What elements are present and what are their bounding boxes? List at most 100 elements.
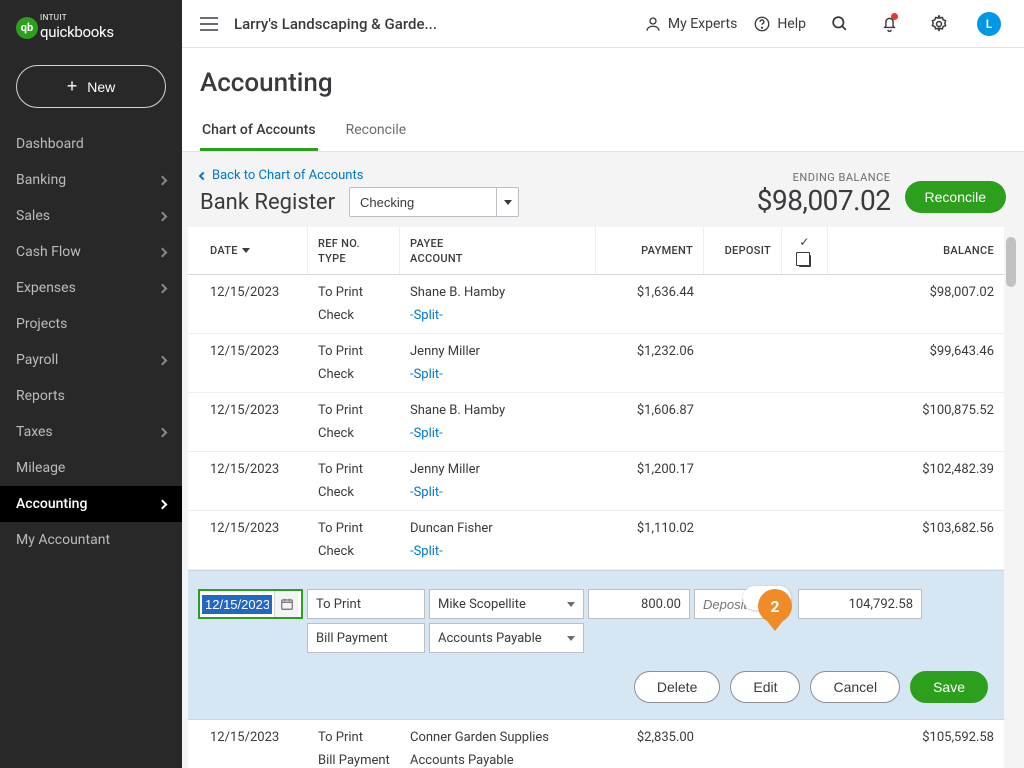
new-button[interactable]: + New	[16, 65, 166, 108]
scrollbar[interactable]	[1004, 227, 1018, 768]
cell-payee: Shane B. Hamby	[400, 399, 596, 422]
sidebar-item-label: Dashboard	[16, 136, 84, 152]
help-link[interactable]: Help	[753, 15, 806, 33]
sidebar-item-expenses[interactable]: Expenses	[0, 270, 182, 306]
cell-status	[782, 399, 828, 422]
cell-status	[782, 340, 828, 363]
sidebar-item-reports[interactable]: Reports	[0, 378, 182, 414]
cell-account[interactable]: -Split-	[400, 540, 596, 563]
cell-payee: Shane B. Hamby	[400, 281, 596, 304]
account-select[interactable]	[349, 187, 519, 217]
back-link[interactable]: Back to Chart of Accounts	[200, 168, 519, 183]
chevron-right-icon	[158, 283, 168, 293]
company-name[interactable]: Larry's Landscaping & Garde...	[234, 15, 437, 33]
search-icon	[830, 14, 849, 33]
date-input-field[interactable]	[202, 595, 272, 614]
sidebar: qb INTUIT quickbooks + New DashboardBank…	[0, 0, 182, 768]
cell-date: 12/15/2023	[188, 726, 308, 749]
plus-icon: +	[67, 76, 78, 97]
col-balance: BALANCE	[828, 227, 1004, 274]
search-button[interactable]	[822, 7, 856, 41]
settings-button[interactable]	[922, 7, 956, 41]
table-row[interactable]: 12/15/2023 To Print Shane B. Hamby $1,60…	[188, 393, 1004, 452]
cell-date: 12/15/2023	[188, 517, 308, 540]
cell-status	[782, 517, 828, 540]
col-date[interactable]: DATE	[188, 227, 308, 274]
cell-account[interactable]: -Split-	[400, 422, 596, 445]
type-input[interactable]: Bill Payment	[307, 623, 425, 653]
sidebar-item-label: Mileage	[16, 460, 65, 476]
sidebar-item-cash-flow[interactable]: Cash Flow	[0, 234, 182, 270]
account-input[interactable]: Accounts Payable	[429, 623, 584, 653]
cell-deposit	[704, 726, 782, 749]
col-status: ✓	[782, 227, 828, 274]
sidebar-item-accounting[interactable]: Accounting	[0, 486, 182, 522]
sidebar-item-dashboard[interactable]: Dashboard	[0, 126, 182, 162]
sidebar-item-label: Banking	[16, 172, 66, 188]
ref-input[interactable]: To Print	[307, 589, 425, 619]
payment-input[interactable]: 800.00	[588, 589, 690, 619]
my-experts-link[interactable]: My Experts	[644, 15, 737, 33]
table-row[interactable]: 12/15/2023 To Print Jenny Miller $1,232.…	[188, 334, 1004, 393]
chevron-right-icon	[158, 427, 168, 437]
cell-deposit	[704, 399, 782, 422]
cell-balance: $103,682.56	[828, 517, 1004, 540]
sidebar-item-label: Payroll	[16, 352, 58, 368]
reconcile-button[interactable]: Reconcile	[905, 181, 1006, 213]
cell-account[interactable]: -Split-	[400, 481, 596, 504]
table-row[interactable]: 12/15/2023 To Print Jenny Miller $1,200.…	[188, 452, 1004, 511]
help-label: Help	[777, 16, 806, 32]
sidebar-item-taxes[interactable]: Taxes	[0, 414, 182, 450]
sidebar-item-label: Accounting	[16, 496, 87, 512]
checkmark-icon: ✓	[799, 235, 809, 249]
col-ref: REF NO.TYPE	[308, 227, 400, 274]
calendar-icon[interactable]	[274, 591, 298, 617]
cell-balance: $100,875.52	[828, 399, 1004, 422]
account-select-value[interactable]	[350, 195, 496, 210]
table-row[interactable]: 12/15/2023 To Print Shane B. Hamby $1,63…	[188, 275, 1004, 334]
payee-input[interactable]: Mike Scopellite	[429, 589, 584, 619]
cell-payment: $1,606.87	[596, 399, 704, 422]
sidebar-item-projects[interactable]: Projects	[0, 306, 182, 342]
edit-button[interactable]: Edit	[730, 671, 800, 703]
hamburger-icon[interactable]	[200, 17, 218, 31]
callout-badge: 2	[758, 589, 792, 623]
cell-date: 12/15/2023	[188, 281, 308, 304]
table-row[interactable]: 12/15/2023 To Print Conner Garden Suppli…	[188, 720, 1004, 768]
cell-status	[782, 281, 828, 304]
cell-payment: $1,636.44	[596, 281, 704, 304]
sidebar-item-label: Cash Flow	[16, 244, 81, 260]
cell-ref: To Print	[308, 726, 400, 749]
user-avatar[interactable]: L	[972, 7, 1006, 41]
cell-account[interactable]: -Split-	[400, 363, 596, 386]
save-button[interactable]: Save	[910, 671, 988, 703]
chevron-right-icon	[158, 355, 168, 365]
sidebar-item-mileage[interactable]: Mileage	[0, 450, 182, 486]
topbar: Larry's Landscaping & Garde... My Expert…	[182, 0, 1024, 48]
sidebar-item-payroll[interactable]: Payroll	[0, 342, 182, 378]
sidebar-item-banking[interactable]: Banking	[0, 162, 182, 198]
cell-payment: $1,110.02	[596, 517, 704, 540]
help-icon	[753, 15, 771, 33]
col-payment: PAYMENT	[596, 227, 704, 274]
table-row[interactable]: 12/15/2023 To Print Duncan Fisher $1,110…	[188, 511, 1004, 570]
sidebar-item-label: Sales	[16, 208, 50, 224]
balance-display: 104,792.58	[798, 589, 922, 619]
cell-deposit	[704, 340, 782, 363]
cell-payment: $2,835.00	[596, 726, 704, 749]
scroll-thumb[interactable]	[1006, 237, 1016, 287]
sidebar-item-sales[interactable]: Sales	[0, 198, 182, 234]
tab-chart-of-accounts[interactable]: Chart of Accounts	[200, 112, 318, 151]
date-input[interactable]	[198, 589, 303, 619]
copy-icon	[799, 255, 811, 267]
tab-reconcile[interactable]: Reconcile	[344, 112, 409, 151]
notifications-button[interactable]	[872, 7, 906, 41]
cell-balance: $105,592.58	[828, 726, 1004, 749]
delete-button[interactable]: Delete	[634, 671, 720, 703]
chevron-down-icon[interactable]	[496, 188, 518, 216]
sidebar-item-my-accountant[interactable]: My Accountant	[0, 522, 182, 558]
register-title: Bank Register	[200, 190, 335, 215]
cancel-button[interactable]: Cancel	[810, 671, 900, 703]
cell-account[interactable]: -Split-	[400, 304, 596, 327]
balance-value: $98,007.02	[757, 184, 891, 217]
